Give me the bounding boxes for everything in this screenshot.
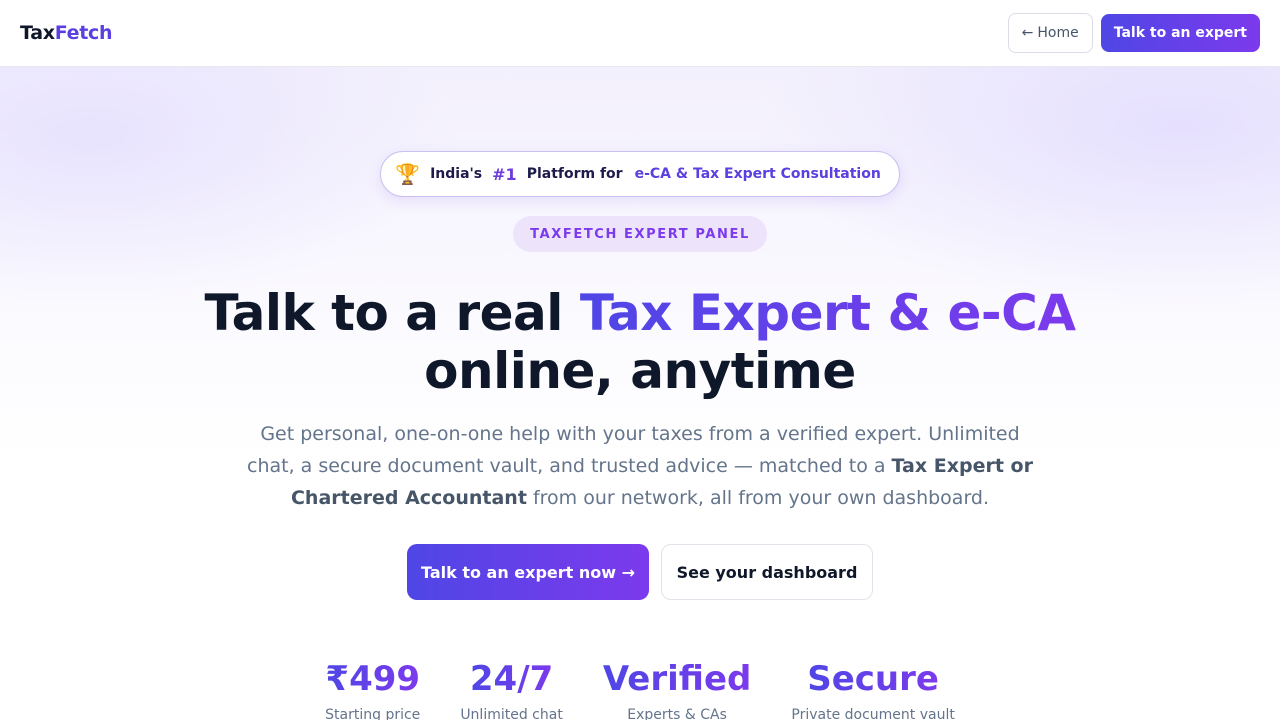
trophy-icon: 🏆	[395, 162, 421, 186]
talk-to-expert-now-label: Talk to an expert now →	[420, 562, 636, 582]
brand-logo[interactable]: TaxFetch	[20, 22, 112, 44]
badge-highlight: e-CA & Tax Expert Consultation	[634, 166, 881, 182]
headline-row: Talk to a real Tax Expert & e-CA online,…	[0, 284, 1280, 400]
subtitle-row: Get personal, one-on-one help with your …	[0, 418, 1280, 514]
talk-to-expert-now-button[interactable]: Talk to an expert now →	[407, 544, 649, 600]
headline-line2: online, anytime	[424, 342, 856, 400]
page-title: Talk to a real Tax Expert & e-CA online,…	[204, 284, 1076, 400]
see-dashboard-label: See your dashboard	[676, 562, 858, 582]
badge-middle: Platform for	[526, 166, 623, 182]
badge-prefix: India's	[430, 166, 483, 182]
stats-group: ₹499 Starting price 24/7 Unlimited chat …	[325, 659, 955, 720]
home-button[interactable]: ← Home	[1007, 13, 1093, 53]
subtitle-part2: from our network, all from your own dash…	[526, 487, 990, 509]
talk-to-expert-button[interactable]: Talk to an expert	[1100, 14, 1260, 52]
home-button-label: Home	[1037, 25, 1079, 41]
headline-plain: Talk to a real	[204, 284, 580, 342]
nav-actions: ← Home Talk to an expert	[1007, 13, 1260, 53]
stat-price: ₹499 Starting price	[325, 659, 420, 720]
cta-group: Talk to an expert now → See your dashboa…	[407, 544, 873, 600]
eyebrow-row: TAXFETCH EXPERT PANEL	[0, 216, 1280, 252]
see-dashboard-button[interactable]: See your dashboard	[661, 544, 873, 600]
stat-label: Starting price	[325, 707, 421, 720]
stat-chat: 24/7 Unlimited chat	[460, 659, 563, 720]
badge-row: 🏆 India's #1 Platform for e-CA & Tax Exp…	[0, 151, 1280, 197]
top-nav: TaxFetch ← Home Talk to an expert	[0, 0, 1280, 67]
headline-highlight: Tax Expert & e-CA	[579, 284, 1076, 342]
brand-logo-part1: Tax	[20, 22, 55, 44]
stat-value: ₹499	[325, 659, 421, 699]
stat-secure: Secure Private document vault	[791, 659, 954, 720]
stat-verified: Verified Experts & CAs	[603, 659, 752, 720]
arrow-left-icon: ←	[1021, 25, 1034, 41]
cta-row: Talk to an expert now → See your dashboa…	[0, 544, 1280, 600]
stat-label: Private document vault	[791, 707, 955, 720]
stat-value: Secure	[807, 659, 939, 699]
stat-value: 24/7	[469, 659, 554, 699]
badge-number: #1	[492, 164, 517, 184]
stat-value: Verified	[602, 659, 752, 699]
brand-logo-part2: Fetch	[54, 22, 113, 44]
talk-to-expert-label: Talk to an expert	[1113, 25, 1247, 41]
stat-label: Experts & CAs	[627, 707, 727, 720]
eyebrow-tag: TAXFETCH EXPERT PANEL	[513, 216, 767, 252]
platform-badge: 🏆 India's #1 Platform for e-CA & Tax Exp…	[380, 151, 900, 197]
hero-subtitle: Get personal, one-on-one help with your …	[240, 418, 1040, 514]
stat-label: Unlimited chat	[460, 707, 563, 720]
stats-row: ₹499 Starting price 24/7 Unlimited chat …	[0, 659, 1280, 720]
